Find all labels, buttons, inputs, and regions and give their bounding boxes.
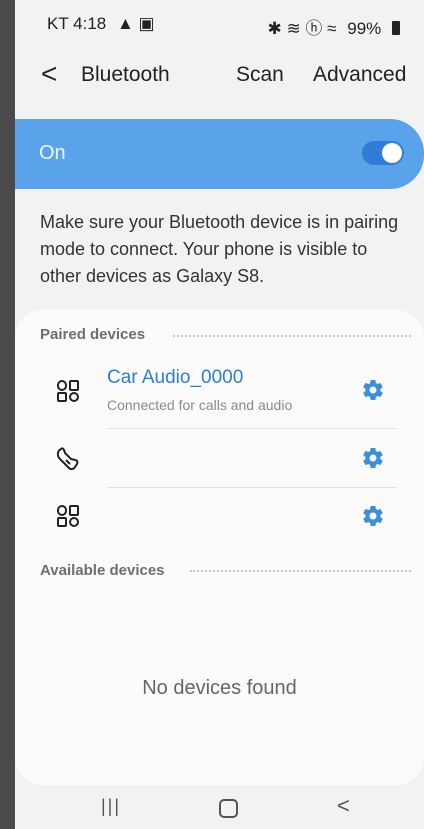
bluetooth-state-label: On — [39, 142, 66, 164]
device-status: Connected for calls and audio — [107, 397, 293, 413]
available-header-divider — [190, 570, 411, 572]
no-devices-message: No devices found — [142, 677, 297, 699]
device-generic-icon — [57, 380, 79, 402]
available-devices-header: Available devices — [40, 562, 165, 579]
device-name: Car Audio_0000 — [107, 367, 244, 388]
nav-back-button[interactable]: < — [337, 793, 350, 819]
battery-icon — [392, 21, 400, 35]
recent-apps-button[interactable]: ||| — [101, 796, 121, 817]
notification-icons: ▲ ▣ — [116, 14, 155, 33]
signal-icons: ✱ ≋ ⓗ ≈ — [267, 19, 337, 38]
bluetooth-description: Make sure your Bluetooth device is in pa… — [40, 212, 399, 286]
battery-level: 99% — [347, 19, 382, 38]
scan-button[interactable]: Scan — [236, 63, 284, 87]
page-title: Bluetooth — [81, 63, 170, 86]
home-button[interactable] — [219, 799, 238, 818]
settings-gear-icon[interactable] — [361, 504, 385, 528]
carrier-time: KT 4:18 — [47, 14, 107, 33]
paired-header-divider — [173, 335, 411, 337]
status-bar: KT 4:18 ▲ ▣ ✱ ≋ ⓗ ≈ 99% — [15, 0, 424, 44]
device-divider — [107, 487, 397, 488]
advanced-button[interactable]: Advanced — [313, 63, 406, 87]
app-bar: < Bluetooth Scan Advanced — [15, 50, 424, 100]
toggle-knob — [382, 143, 402, 163]
bluetooth-toggle[interactable] — [362, 141, 404, 165]
settings-gear-icon[interactable] — [361, 378, 385, 402]
navigation-bar: ||| < — [15, 790, 424, 829]
back-button[interactable]: < — [41, 60, 57, 88]
headset-icon — [56, 447, 79, 471]
bluetooth-master-switch[interactable]: On — [15, 119, 424, 189]
paired-devices-header: Paired devices — [40, 326, 146, 343]
device-divider — [107, 428, 397, 429]
device-generic-icon — [57, 505, 79, 527]
settings-gear-icon[interactable] — [361, 446, 385, 470]
screen: KT 4:18 ▲ ▣ ✱ ≋ ⓗ ≈ 99% < Bluetooth Scan… — [15, 0, 424, 829]
